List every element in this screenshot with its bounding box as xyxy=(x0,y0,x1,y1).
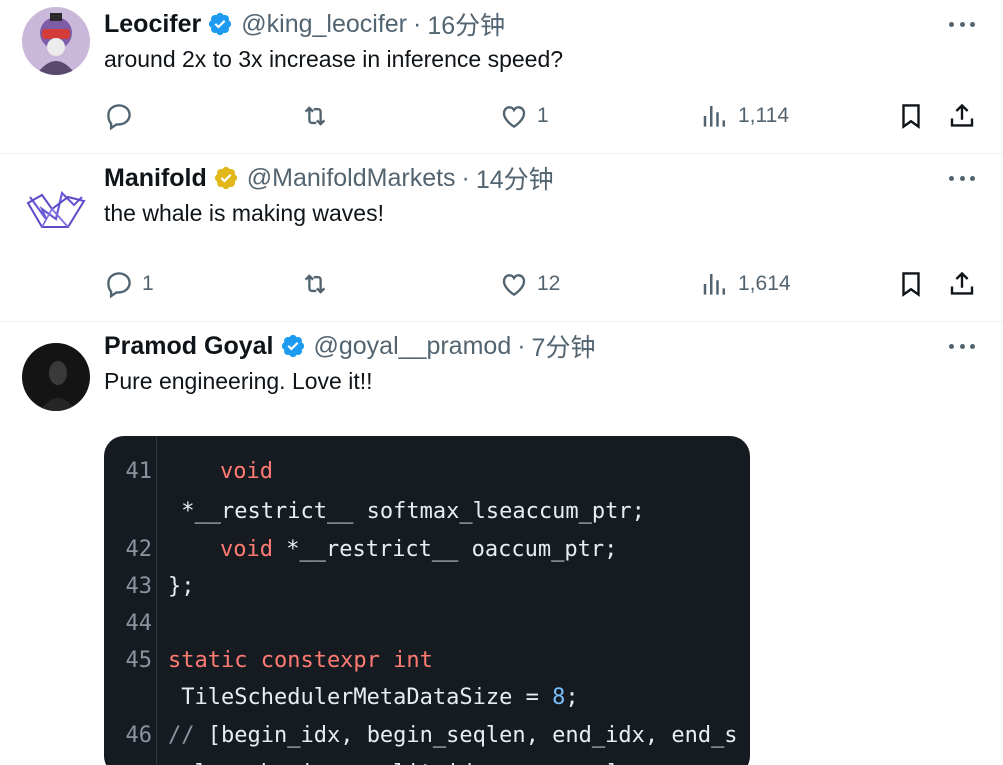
more-icon[interactable] xyxy=(949,168,975,188)
code-text: eqlen, begin_n_split_idx, _, _, _] xyxy=(168,755,618,765)
code-text: *__restrict__ softmax_lseaccum_ptr; xyxy=(168,499,645,524)
avatar[interactable] xyxy=(22,175,90,243)
code-line: 46// [begin_idx, begin_seqlen, end_idx, … xyxy=(104,680,738,748)
share-button[interactable] xyxy=(947,266,977,302)
tweet-actions: 1 1,114 xyxy=(104,98,980,134)
code-keyword: void xyxy=(220,459,273,484)
code-keyword: static constexpr int xyxy=(168,648,433,673)
code-line: eqlen, begin_n_split_idx, _, _, _] xyxy=(104,718,618,765)
code-screenshot[interactable]: 41 void *__restrict__ softmax_lseaccum_pt… xyxy=(104,436,750,765)
tweet-text: around 2x to 3x increase in inference sp… xyxy=(104,46,564,72)
views-button[interactable]: 1,114 xyxy=(700,98,789,134)
reply-count: 1 xyxy=(142,272,154,295)
more-icon[interactable] xyxy=(949,14,975,34)
code-number: 8 xyxy=(552,685,566,710)
retweet-icon xyxy=(304,106,326,126)
separator-dot: · xyxy=(413,9,422,38)
code-line: 45 static constexpr int xyxy=(104,605,433,673)
more-icon[interactable] xyxy=(949,336,975,356)
tweet-text: Pure engineering. Love it!! xyxy=(104,368,373,394)
like-count: 12 xyxy=(537,272,561,295)
author-handle[interactable]: @king_leocifer xyxy=(241,10,407,39)
code-line: *__restrict__ softmax_lseaccum_ptr; xyxy=(104,456,645,524)
code-text: ; xyxy=(565,685,579,710)
share-button[interactable] xyxy=(947,98,977,134)
views-button[interactable]: 1,614 xyxy=(700,266,791,302)
separator-dot: · xyxy=(461,163,470,192)
tweet-manifold[interactable]: Manifold @ManifoldMarkets · 14分钟 the wha… xyxy=(0,154,1003,322)
author-handle[interactable]: @ManifoldMarkets xyxy=(247,164,456,193)
author-name[interactable]: Manifold xyxy=(104,164,207,193)
retweet-button[interactable] xyxy=(300,266,338,302)
code-text: *__restrict__ oaccum_ptr; xyxy=(272,537,618,562)
code-line: 43}; xyxy=(104,531,195,599)
reply-button[interactable]: 1 xyxy=(104,266,154,302)
avatar[interactable] xyxy=(22,7,90,75)
reply-button[interactable] xyxy=(104,98,142,134)
like-icon xyxy=(502,274,526,297)
like-button[interactable]: 12 xyxy=(499,266,560,302)
tweet-time[interactable]: 14分钟 xyxy=(476,160,554,196)
views-icon xyxy=(703,106,725,127)
share-icon xyxy=(950,271,974,295)
tweet-time[interactable]: 16分钟 xyxy=(427,6,505,42)
author-name[interactable]: Leocifer xyxy=(104,10,201,39)
avatar[interactable] xyxy=(22,343,90,411)
tweet-time[interactable]: 7分钟 xyxy=(532,328,596,364)
author-handle[interactable]: @goyal__pramod xyxy=(314,332,512,361)
reply-icon xyxy=(107,104,131,131)
like-icon xyxy=(502,106,526,129)
verified-badge-icon xyxy=(207,11,233,37)
views-icon xyxy=(703,274,725,295)
like-count: 1 xyxy=(537,104,549,127)
author-name[interactable]: Pramod Goyal xyxy=(104,332,274,361)
views-count: 1,114 xyxy=(738,104,789,127)
verified-badge-icon xyxy=(213,165,239,191)
bookmark-icon xyxy=(902,272,920,297)
separator-dot: · xyxy=(517,331,526,360)
code-line: 42 void *__restrict__ oaccum_ptr; xyxy=(104,494,618,562)
code-line: TileSchedulerMetaDataSize = 8; xyxy=(104,642,578,710)
tweet-pramod-goyal[interactable]: Pramod Goyal @goyal__pramod · 7分钟 Pure e… xyxy=(0,322,1003,765)
like-button[interactable]: 1 xyxy=(499,98,549,134)
tweet-actions: 1 12 1,614 xyxy=(104,266,980,302)
share-icon xyxy=(950,103,974,127)
tweet-text: the whale is making waves! xyxy=(104,200,384,226)
code-text: TileSchedulerMetaDataSize = xyxy=(168,685,553,710)
retweet-button[interactable] xyxy=(300,98,338,134)
views-count: 1,614 xyxy=(738,272,791,295)
code-line: 44 xyxy=(104,568,183,636)
bookmark-icon xyxy=(902,104,920,129)
reply-icon xyxy=(107,272,131,299)
retweet-icon xyxy=(304,274,326,294)
code-line: 41 void xyxy=(104,436,273,484)
bookmark-button[interactable] xyxy=(896,266,926,302)
code-text: [begin_idx, begin_seqlen, end_idx, end_s xyxy=(207,723,738,748)
tweet-leocifer[interactable]: Leocifer @king_leocifer · 16分钟 around 2x… xyxy=(0,0,1003,154)
verified-badge-icon xyxy=(280,333,306,359)
code-keyword: void xyxy=(220,537,273,562)
bookmark-button[interactable] xyxy=(896,98,926,134)
